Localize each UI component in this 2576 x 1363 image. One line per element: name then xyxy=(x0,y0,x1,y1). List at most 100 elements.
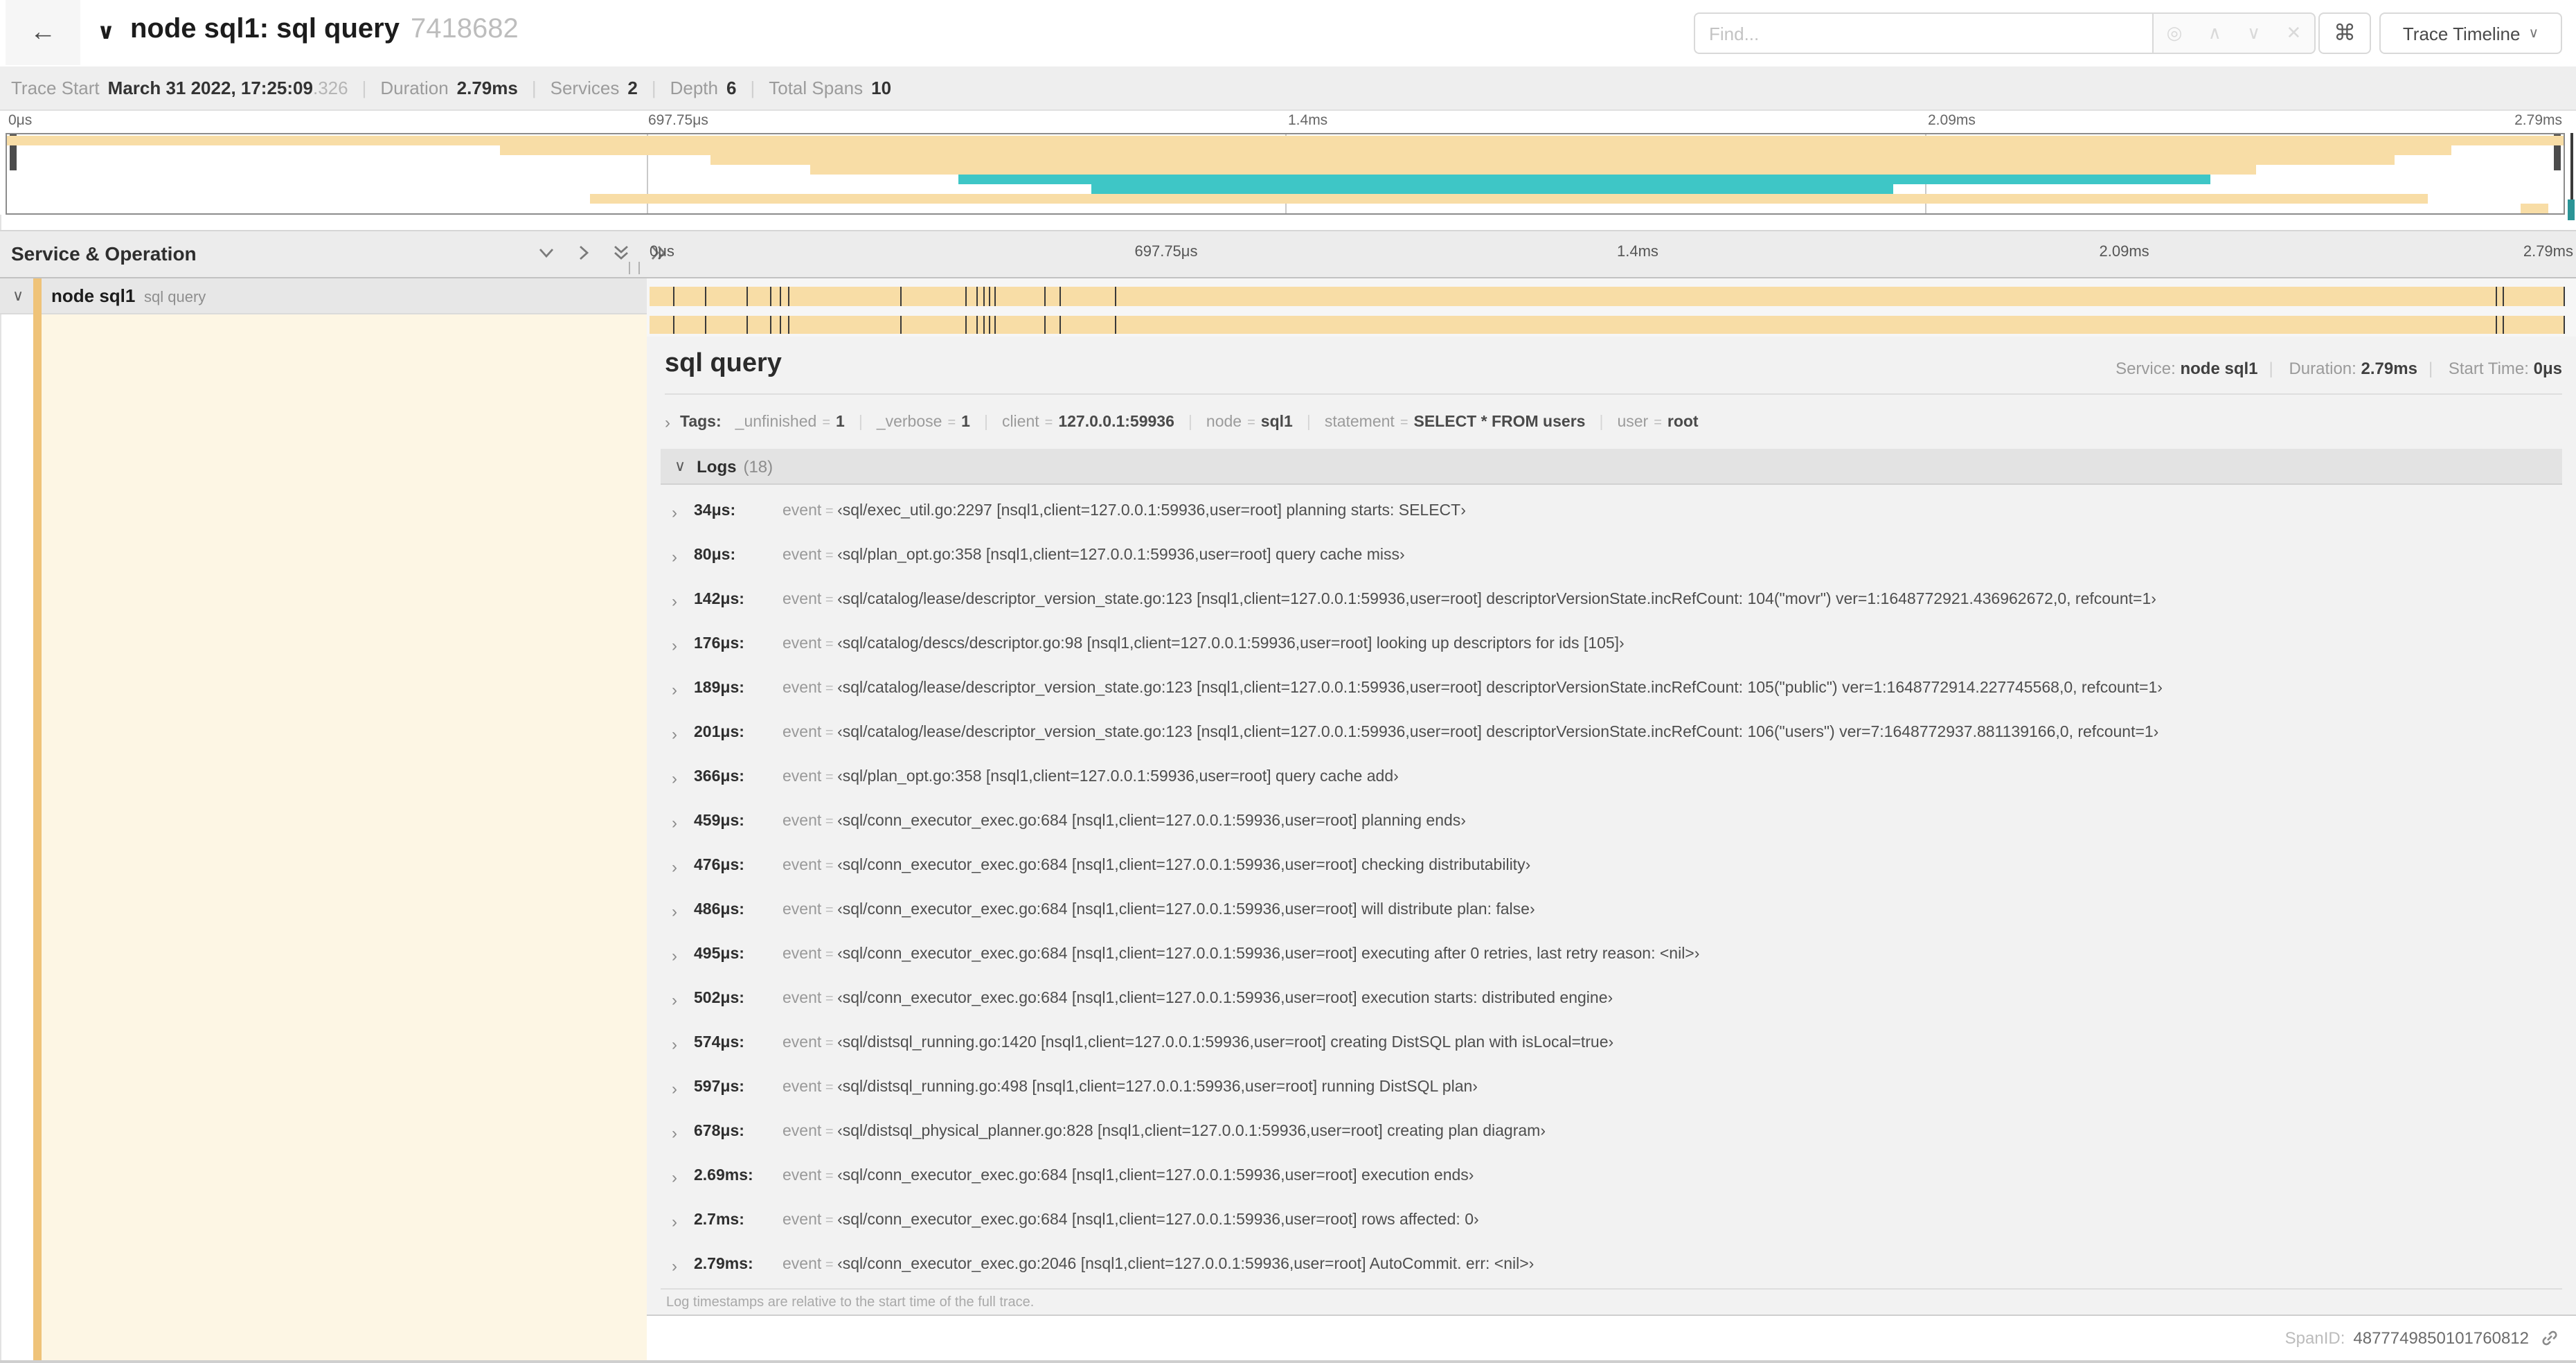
detail-divider xyxy=(665,393,2562,395)
log-expand-chevron-icon[interactable]: › xyxy=(672,591,677,611)
tag-value: SELECT * FROM users xyxy=(1413,414,1586,431)
log-timestamp: 176μs: xyxy=(694,636,744,652)
log-expand-chevron-icon[interactable]: › xyxy=(672,902,677,921)
log-field-value: ‹sql/catalog/lease/descriptor_version_st… xyxy=(837,591,2156,608)
equals-sign: = xyxy=(821,1080,838,1096)
keyboard-shortcuts-button[interactable]: ⌘ xyxy=(2318,12,2371,54)
equals-sign: = xyxy=(1399,416,1408,431)
log-expand-chevron-icon[interactable]: › xyxy=(672,1168,677,1187)
log-row[interactable]: › 34μs: event = ‹sql/exec_util.go:2297 [ns… xyxy=(661,490,2562,535)
log-expand-chevron-icon[interactable]: › xyxy=(672,636,677,655)
log-expand-chevron-icon[interactable]: › xyxy=(672,1079,677,1098)
log-expand-chevron-icon[interactable]: › xyxy=(672,1123,677,1143)
log-row[interactable]: › 2.79ms: event = ‹sql/conn_executor_exec.… xyxy=(661,1244,2562,1288)
log-row[interactable]: › 176μs: event = ‹sql/catalog/descs/descri… xyxy=(661,623,2562,668)
span-duration-bar-detail[interactable] xyxy=(650,316,2565,334)
log-expand-chevron-icon[interactable]: › xyxy=(672,990,677,1010)
log-row[interactable]: › 476μs: event = ‹sql/conn_executor_exec.g… xyxy=(661,845,2562,889)
tag-separator: | xyxy=(858,414,863,431)
clear-search-icon[interactable]: ✕ xyxy=(2286,22,2301,44)
log-message: event = ‹sql/plan_opt.go:358 [nsql1,clie… xyxy=(782,769,1399,785)
duration-label: Duration: xyxy=(2289,359,2356,378)
span-row-node-sql1[interactable]: ∨ node sql1 sql query xyxy=(0,278,2576,314)
expand-one-icon[interactable] xyxy=(575,244,593,262)
log-row[interactable]: › 459μs: event = ‹sql/conn_executor_exec.g… xyxy=(661,801,2562,845)
time-tick-label: 697.75μs xyxy=(648,112,708,129)
log-expand-chevron-icon[interactable]: › xyxy=(672,547,677,567)
next-result-icon[interactable]: ∨ xyxy=(2247,22,2260,44)
back-arrow-icon: ← xyxy=(30,18,56,47)
log-row[interactable]: › 142μs: event = ‹sql/catalog/lease/descri… xyxy=(661,579,2562,623)
log-expand-chevron-icon[interactable]: › xyxy=(672,680,677,700)
log-field-value: ‹sql/conn_executor_exec.go:684 [nsql1,cl… xyxy=(837,813,1466,830)
log-message: event = ‹sql/catalog/lease/descriptor_ve… xyxy=(782,724,2158,741)
log-tick-mark xyxy=(900,316,902,334)
log-expand-chevron-icon[interactable]: › xyxy=(672,503,677,522)
back-button[interactable]: ← xyxy=(6,0,80,65)
meta-separator: | xyxy=(361,78,367,98)
trace-view-label: Trace Timeline xyxy=(2402,23,2521,44)
logs-accordian-header[interactable]: ∨ Logs (18) xyxy=(661,449,2562,485)
log-expand-chevron-icon[interactable]: › xyxy=(672,946,677,965)
log-row[interactable]: › 2.7ms: event = ‹sql/conn_executor_exec.g… xyxy=(661,1200,2562,1244)
meta-value: 2.79ms xyxy=(456,78,518,98)
log-expand-chevron-icon[interactable]: › xyxy=(672,813,677,832)
log-row[interactable]: › 201μs: event = ‹sql/catalog/lease/descri… xyxy=(661,712,2562,756)
prev-result-icon[interactable]: ∧ xyxy=(2208,22,2221,44)
log-row[interactable]: › 80μs: event = ‹sql/plan_opt.go:358 [nsql… xyxy=(661,535,2562,579)
log-tick-mark xyxy=(994,287,996,306)
logs-collapse-chevron-icon[interactable]: ∨ xyxy=(674,457,686,475)
logs-title: Logs xyxy=(697,456,737,476)
time-tick-label: 2.09ms xyxy=(1928,112,1976,129)
trace-view-select[interactable]: Trace Timeline ∨ xyxy=(2379,12,2562,54)
span-collapse-chevron-icon[interactable]: ∨ xyxy=(12,287,24,305)
span-detail-panel: sql query Service: node sql1 | Duration: … xyxy=(647,337,2576,1316)
log-message: event = ‹sql/conn_executor_exec.go:684 [… xyxy=(782,990,1613,1007)
span-row-timeline-cell[interactable] xyxy=(647,278,2576,314)
minimap-span-bar xyxy=(7,136,2564,145)
equals-sign: = xyxy=(821,549,838,564)
log-row[interactable]: › 2.69ms: event = ‹sql/conn_executor_exec.… xyxy=(661,1155,2562,1200)
equals-sign: = xyxy=(821,637,838,652)
log-tick-mark xyxy=(770,287,772,306)
time-tick-label: 2.09ms xyxy=(2099,244,2149,260)
log-tick-mark xyxy=(779,316,781,334)
log-message: event = ‹sql/catalog/lease/descriptor_ve… xyxy=(782,680,2163,697)
log-expand-chevron-icon[interactable]: › xyxy=(672,857,677,877)
span-duration-bar[interactable] xyxy=(650,287,2565,306)
log-row[interactable]: › 502μs: event = ‹sql/conn_executor_exec.g… xyxy=(661,978,2562,1022)
trace-meta-bar: Trace Start March 31 2022, 17:25:09.326 | D… xyxy=(0,66,2576,111)
log-row[interactable]: › 486μs: event = ‹sql/conn_executor_exec.g… xyxy=(661,889,2562,934)
start-time-value: 0μs xyxy=(2533,359,2562,378)
column-resizer-grip[interactable] xyxy=(629,262,640,274)
log-timestamp: 459μs: xyxy=(694,813,744,830)
tags-expand-chevron-icon[interactable]: › xyxy=(665,413,670,432)
log-expand-chevron-icon[interactable]: › xyxy=(672,724,677,744)
span-row-name-cell[interactable]: ∨ node sql1 sql query xyxy=(0,278,647,314)
log-row[interactable]: › 189μs: event = ‹sql/catalog/lease/descri… xyxy=(661,668,2562,712)
deep-link-icon[interactable] xyxy=(2540,1328,2559,1348)
find-input[interactable] xyxy=(1694,12,2152,54)
log-row[interactable]: › 597μs: event = ‹sql/distsql_running.go:4… xyxy=(661,1067,2562,1111)
trace-collapse-chevron-icon[interactable]: ∨ xyxy=(97,18,115,46)
log-row[interactable]: › 495μs: event = ‹sql/conn_executor_exec.g… xyxy=(661,934,2562,978)
log-expand-chevron-icon[interactable]: › xyxy=(672,1035,677,1054)
log-timestamp: 495μs: xyxy=(694,946,744,963)
log-row[interactable]: › 574μs: event = ‹sql/distsql_running.go:1… xyxy=(661,1022,2562,1067)
log-field-name: event xyxy=(782,680,822,697)
equals-sign: = xyxy=(821,1125,838,1140)
collapse-one-icon[interactable] xyxy=(537,244,555,262)
log-row[interactable]: › 366μs: event = ‹sql/plan_opt.go:358 [nsq… xyxy=(661,756,2562,801)
locate-icon[interactable]: ◎ xyxy=(2167,22,2183,44)
log-message: event = ‹sql/catalog/lease/descriptor_ve… xyxy=(782,591,2156,608)
log-tick-mark xyxy=(900,287,902,306)
jaeger-trace-page: ← ∨ node sql1: sql query7418682 ◎ ∧ ∨ ✕ … xyxy=(0,0,2576,1363)
tags-accordian[interactable]: › Tags: _unfinished = 1 | _verbose = 1 | client =… xyxy=(665,406,2562,439)
log-expand-chevron-icon[interactable]: › xyxy=(672,769,677,788)
log-expand-chevron-icon[interactable]: › xyxy=(672,1212,677,1231)
collapse-all-icon[interactable] xyxy=(612,244,630,262)
log-row[interactable]: › 678μs: event = ‹sql/distsql_physical_pla… xyxy=(661,1111,2562,1155)
trace-minimap[interactable] xyxy=(6,133,2565,215)
log-expand-chevron-icon[interactable]: › xyxy=(672,1256,677,1276)
page-title: node sql1: sql query 7418682 xyxy=(130,14,519,46)
